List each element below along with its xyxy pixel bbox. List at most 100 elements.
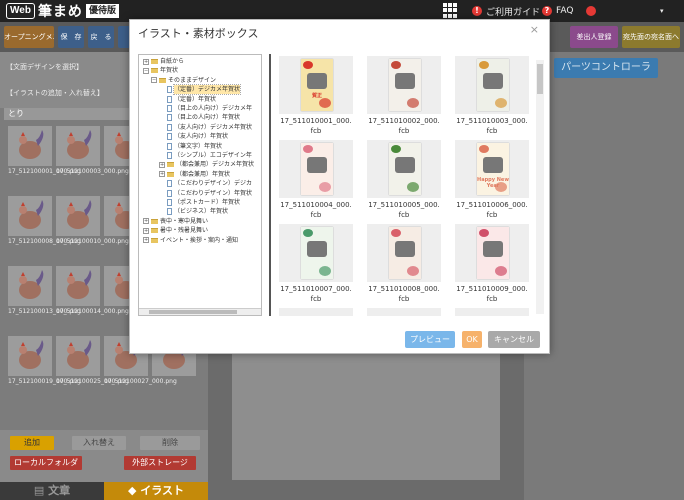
material-item[interactable]: 17_511010009_000.fcb	[455, 224, 529, 308]
guide-label: ご利用ガイド	[486, 7, 541, 18]
decoration	[303, 229, 313, 237]
left-thumb-item[interactable]: 17_512100008_000.png	[8, 196, 81, 258]
material-item[interactable]: 17_511010002_000.fcb	[367, 56, 441, 140]
material-thumbnail	[367, 224, 441, 282]
material-filename: 17_511010006_000.fcb	[456, 201, 528, 219]
expand-icon[interactable]: +	[143, 227, 149, 234]
expand-icon[interactable]: +	[159, 171, 165, 178]
opening-menu-button[interactable]: オープニングメニュー	[4, 26, 54, 48]
material-filename: 17_511010004_000.fcb	[280, 201, 352, 219]
expand-icon[interactable]: +	[143, 237, 149, 244]
left-thumb-name: 17_512100003_000.png	[56, 168, 129, 175]
left-thumb-item[interactable]: 17_512100001_000.png	[8, 126, 81, 188]
material-item[interactable]: 17_511010004_000.fcb	[279, 140, 353, 224]
expand-icon[interactable]: +	[143, 218, 149, 225]
delete-button[interactable]: 削除	[140, 436, 200, 450]
tree-node[interactable]: （ポストカード）年賀状	[159, 198, 240, 207]
tree-node[interactable]: （シンプル）エコデザイン年	[159, 151, 252, 160]
photo-placeholder-icon	[395, 73, 415, 89]
material-box-dialog: イラスト・素材ボックス × + 自紙から − 年賀状 − そのままデザイン （定番）デジカメ…	[129, 19, 550, 354]
material-item[interactable]: 17_511010003_000.fcb	[455, 56, 529, 140]
tree-node[interactable]: − そのままデザイン	[151, 76, 216, 85]
collapse-icon[interactable]: −	[143, 67, 149, 74]
tree-node[interactable]: （ビジネス）年賀状	[159, 207, 228, 216]
user-menu[interactable]: ▾	[586, 0, 664, 22]
close-icon[interactable]: ×	[530, 23, 539, 36]
tree-node[interactable]: + イベント・挨拶・案内・通知	[143, 236, 238, 245]
external-storage-button[interactable]: 外部ストレージ	[124, 456, 196, 470]
expand-icon[interactable]: +	[159, 161, 165, 168]
tree-node[interactable]: + 自紙から	[143, 57, 184, 66]
left-thumb-item[interactable]: 17_512100013_000.png	[8, 266, 81, 328]
rooster-illustration-icon	[8, 266, 52, 306]
material-item[interactable]: 賀正 17_511010001_000.fcb	[279, 56, 353, 140]
left-thumb-item[interactable]: 17_512100010_000.png	[56, 196, 129, 258]
tree-node[interactable]: − 年賀状	[143, 66, 178, 75]
postcard-sheet[interactable]	[232, 352, 500, 480]
left-thumb-name: 17_512100013_000.png	[8, 308, 81, 315]
material-thumbnail	[367, 140, 441, 198]
tree-node[interactable]: + 暑中・残暑見舞い	[143, 226, 208, 235]
apps-grid-icon[interactable]	[443, 3, 458, 18]
collapse-icon[interactable]: −	[151, 77, 157, 84]
decoration	[391, 61, 401, 69]
postcard-thumbnail	[477, 59, 509, 111]
tree-node-label: 喪中・寒中見舞い	[160, 217, 209, 225]
tree-node[interactable]: （こだわりデザイン）年賀状	[159, 189, 252, 198]
left-thumb-item[interactable]: 17_512100025_000.png	[56, 336, 129, 398]
cancel-button[interactable]: キャンセル	[488, 331, 540, 348]
local-folder-button[interactable]: ローカルフォルダ	[10, 456, 82, 470]
document-icon	[167, 123, 172, 131]
material-item[interactable]: Happy New Year 17_511010006_000.fcb	[455, 140, 529, 224]
tree-node[interactable]: + （都会兼用）デジカメ年賀状	[159, 160, 254, 169]
ok-button[interactable]: OK	[462, 331, 482, 348]
sender-register-button[interactable]: 差出人登録	[570, 26, 618, 48]
tree-node[interactable]: （定番）デジカメ年賀状	[159, 84, 242, 96]
material-filename: 17_511010003_000.fcb	[456, 117, 528, 135]
tree-node[interactable]: + 喪中・寒中見舞い	[143, 217, 208, 226]
tree-node-label: （友人向け）デジカメ年賀状	[174, 123, 253, 131]
material-item[interactable]: 17_511010007_000.fcb	[279, 224, 353, 308]
category-tree: + 自紙から − 年賀状 − そのままデザイン （定番）デジカメ年賀状 （定番）年賀状 （目上の…	[138, 54, 262, 316]
tree-node[interactable]: （目上の人向け）年賀状	[159, 113, 240, 122]
tree-node[interactable]: （友人向け）年賀状	[159, 132, 228, 141]
photo-placeholder-icon	[307, 73, 327, 89]
left-thumb-item[interactable]: 17_512100014_000.png	[56, 266, 129, 328]
tree-node[interactable]: （友人向け）デジカメ年賀状	[159, 123, 252, 132]
tree-node[interactable]: （こだわりデザイン）デジカ	[159, 179, 252, 188]
tree-node[interactable]: （筆文字）年賀状	[159, 142, 222, 151]
save-button[interactable]: 保 存	[58, 26, 84, 48]
document-icon	[167, 114, 172, 122]
tree-node[interactable]: + （都会兼用）年賀状	[159, 170, 230, 179]
material-item-partial[interactable]	[455, 308, 529, 316]
left-thumb-item[interactable]: 17_512100003_000.png	[56, 126, 129, 188]
logo-web: Web	[6, 3, 35, 19]
tree-horizontal-scrollbar[interactable]	[139, 308, 261, 315]
back-button[interactable]: 戻 る	[88, 26, 114, 48]
postcard-thumbnail	[301, 143, 333, 195]
gallery-scrollbar[interactable]	[536, 60, 544, 314]
material-item-partial[interactable]	[367, 308, 441, 316]
tree-node[interactable]: （定番）年賀状	[159, 95, 216, 104]
material-item-partial[interactable]	[279, 308, 353, 316]
material-thumbnail: Happy New Year	[455, 140, 529, 198]
document-icon	[167, 142, 172, 150]
material-item[interactable]: 17_511010008_000.fcb	[367, 224, 441, 308]
expand-icon[interactable]: +	[143, 58, 149, 65]
decoration	[479, 145, 489, 153]
document-icon	[167, 199, 172, 206]
material-item[interactable]: 17_511010005_000.fcb	[367, 140, 441, 224]
parts-controller-button[interactable]: パーツコントローラ	[554, 58, 658, 78]
replace-button[interactable]: 入れ替え	[72, 436, 126, 450]
folder-icon	[167, 171, 174, 177]
left-thumb-item[interactable]: 17_512100019_000.png	[8, 336, 81, 398]
address-side-button[interactable]: 宛先面の宛名面へ	[622, 26, 680, 48]
tree-node-label: イベント・挨拶・案内・通知	[160, 236, 239, 244]
preview-button[interactable]: プレビュー	[405, 331, 455, 348]
tree-node[interactable]: （目上の人向け）デジカメ年	[159, 104, 252, 113]
folder-icon	[167, 162, 174, 168]
tab-text[interactable]: ▤ 文章	[0, 482, 104, 500]
tab-illust[interactable]: ◆ イラスト	[104, 482, 208, 500]
add-button[interactable]: 追加	[10, 436, 54, 450]
app-logo[interactable]: Web 筆まめ 優待版	[6, 2, 119, 20]
